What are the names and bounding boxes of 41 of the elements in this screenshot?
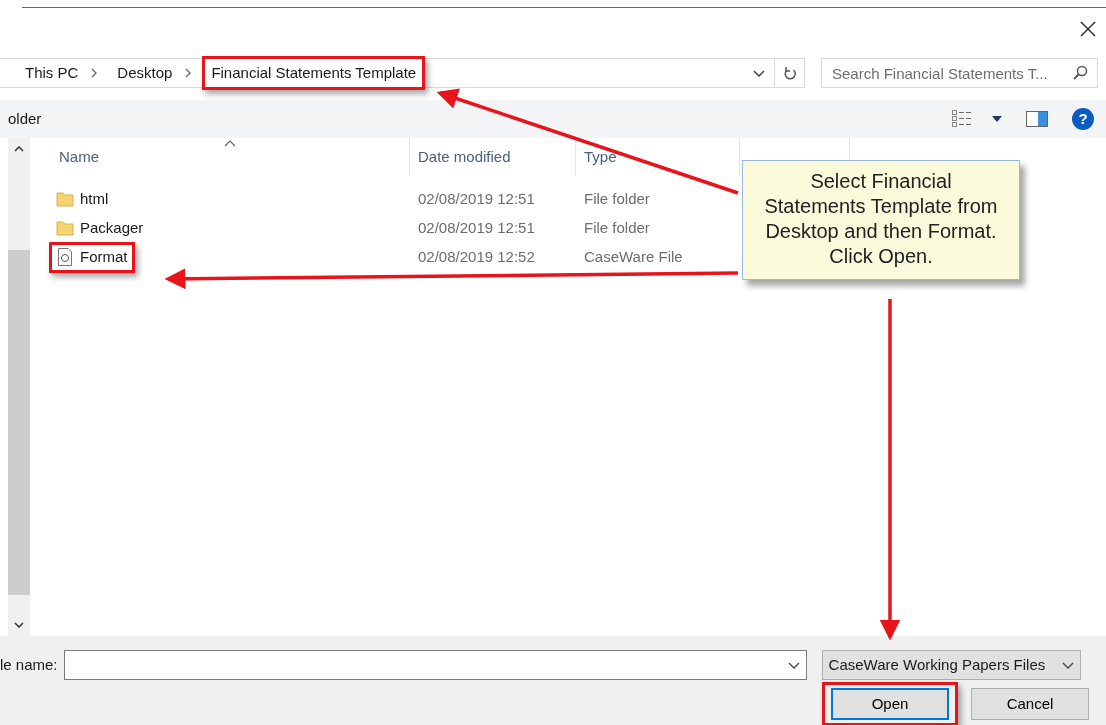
scroll-up-icon[interactable] <box>14 146 24 152</box>
folder-icon <box>56 190 74 209</box>
chevron-right-icon <box>185 68 193 78</box>
cancel-button[interactable]: Cancel <box>971 688 1089 720</box>
column-header[interactable]: Date modified <box>410 138 576 176</box>
breadcrumb-item[interactable]: This PC <box>21 60 83 86</box>
file-name-label: le name: <box>0 654 58 675</box>
sort-caret-icon <box>224 140 236 147</box>
date-cell-text: 02/08/2019 12:51 <box>417 218 536 238</box>
chevron-down-icon <box>1061 661 1074 669</box>
open-button[interactable]: Open <box>831 688 949 720</box>
folder-icon <box>56 219 74 238</box>
date-cell-text: 02/08/2019 12:51 <box>417 189 536 209</box>
chevron-right-icon <box>91 68 99 78</box>
file-name[interactable]: Packager <box>80 217 144 240</box>
breadcrumb-item[interactable]: Financial Statements Template <box>207 60 421 86</box>
search-icon <box>1072 65 1088 81</box>
scrollbar-thumb[interactable] <box>8 249 30 595</box>
type-cell-text: CaseWare File <box>583 247 684 267</box>
close-icon[interactable] <box>1080 21 1096 37</box>
new-folder-button[interactable]: older <box>8 107 42 131</box>
instruction-callout: Select Financial Statements Template from Desktop and then Format. Click Open. <box>742 160 1020 280</box>
file-type-dropdown[interactable]: CaseWare Working Papers Files <box>821 650 1081 680</box>
dropdown-triangle-icon[interactable] <box>992 116 1002 122</box>
document-icon <box>56 248 74 267</box>
chevron-down-icon[interactable] <box>787 661 800 669</box>
type-cell-text: File folder <box>583 218 651 238</box>
column-header[interactable]: Name <box>59 145 99 169</box>
file-name[interactable]: html <box>80 188 109 211</box>
file-name[interactable]: Format <box>80 246 128 269</box>
search-field[interactable]: Search Financial Statements T... <box>821 58 1098 88</box>
refresh-icon[interactable] <box>782 65 797 81</box>
file-name-field[interactable] <box>63 650 807 680</box>
chevron-down-icon[interactable] <box>753 69 765 77</box>
breadcrumb-item[interactable]: Desktop <box>113 60 177 86</box>
type-cell-text: File folder <box>583 189 651 209</box>
scroll-down-icon[interactable] <box>14 622 24 628</box>
help-icon[interactable]: ? <box>1072 108 1094 130</box>
preview-pane-icon[interactable] <box>1026 111 1048 127</box>
column-header[interactable]: Type <box>576 138 740 176</box>
date-cell-text: 02/08/2019 12:52 <box>417 247 536 267</box>
